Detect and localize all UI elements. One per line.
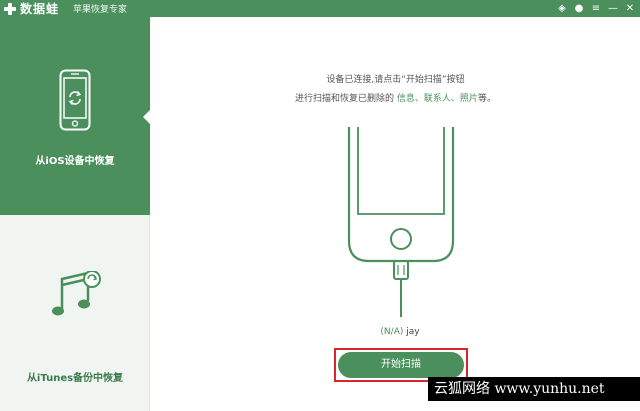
chat-icon[interactable]: ● <box>573 0 585 17</box>
title-bar: 数据蛙 苹果恢复专家 ◈ ● ≡ — ✕ <box>0 0 640 17</box>
device-name: jay <box>403 327 420 337</box>
highlighted-data-types: 信息、联系人、照片 <box>396 94 478 104</box>
start-scan-button[interactable]: 开始扫描 <box>338 352 464 378</box>
instruction-subtext: 进行扫描和恢复已删除的 信息、联系人、照片等。 <box>151 91 640 104</box>
menu-icon[interactable]: ≡ <box>590 0 602 17</box>
sidebar-item-ios-device[interactable]: 从iOS设备中恢复 <box>0 17 151 215</box>
minimize-icon[interactable]: — <box>607 0 619 17</box>
device-label: (N/A) jay <box>151 327 640 337</box>
instruction-suffix: 等。 <box>477 94 496 104</box>
sidebar-item-itunes-backup[interactable]: 从iTunes备份中恢复 <box>0 215 150 411</box>
sidebar: 从iOS设备中恢复 从iTunes备份中恢复 <box>0 17 151 411</box>
instruction-text: 设备已连接,请点击“开始扫描”按钮 <box>326 75 465 85</box>
itunes-music-icon <box>52 271 101 316</box>
close-icon[interactable]: ✕ <box>624 0 636 17</box>
phone-refresh-icon <box>59 69 91 131</box>
device-status: (N/A) <box>380 327 404 337</box>
window-controls: ◈ ● ≡ — ✕ <box>556 0 636 17</box>
app-logo: 数据蛙 <box>3 0 59 17</box>
instruction-prefix: 进行扫描和恢复已删除的 <box>295 94 397 104</box>
sidebar-item-label: 从iOS设备中恢复 <box>35 156 115 167</box>
main-panel: 设备已连接,请点击“开始扫描”按钮 进行扫描和恢复已删除的 信息、联系人、照片等… <box>151 17 640 411</box>
app-name: 数据蛙 <box>20 2 60 16</box>
sidebar-item-label: 从iTunes备份中恢复 <box>26 373 124 384</box>
app-subtitle: 苹果恢复专家 <box>73 5 128 15</box>
connected-phone-illustration <box>347 127 455 317</box>
plus-logo-icon <box>3 2 17 16</box>
diamond-icon[interactable]: ◈ <box>556 0 568 17</box>
watermark: 云狐网络 www.yunhu.net <box>428 377 640 401</box>
